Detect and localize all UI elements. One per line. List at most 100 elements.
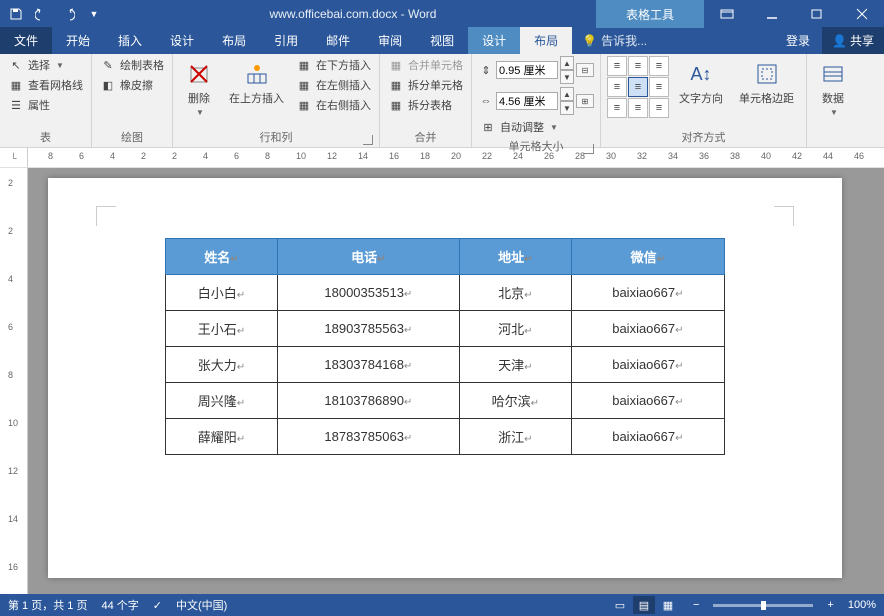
table-row[interactable]: 周兴隆↵18103786890↵哈尔滨↵baixiao667↵ bbox=[166, 383, 725, 419]
vertical-ruler[interactable]: 2246810121416 bbox=[0, 168, 28, 598]
align-bl[interactable]: ≡ bbox=[607, 98, 627, 118]
tab-table-layout[interactable]: 布局 bbox=[520, 27, 572, 54]
table-cell[interactable]: baixiao667↵ bbox=[571, 419, 724, 455]
text-direction-button[interactable]: A↕ 文字方向 bbox=[673, 56, 729, 110]
insert-left-button[interactable]: ▦在左侧插入 bbox=[294, 76, 373, 94]
insert-below-button[interactable]: ▦在下方插入 bbox=[294, 56, 373, 74]
align-mr[interactable]: ≡ bbox=[649, 77, 669, 97]
horizontal-ruler[interactable]: 8642246810121416182022242628303234363840… bbox=[28, 148, 884, 167]
table-cell[interactable]: 周兴隆↵ bbox=[166, 383, 278, 419]
minimize-button[interactable] bbox=[749, 0, 794, 28]
align-tr[interactable]: ≡ bbox=[649, 56, 669, 76]
autofit-button[interactable]: ⊞自动调整▼ bbox=[478, 118, 594, 136]
qat-customize[interactable]: ▼ bbox=[82, 2, 106, 26]
document-table[interactable]: 姓名↵电话↵地址↵微信↵白小白↵18000353513↵北京↵baixiao66… bbox=[165, 238, 725, 455]
distribute-rows-button[interactable]: ⊟ bbox=[576, 63, 594, 77]
web-layout-button[interactable]: ▦ bbox=[657, 596, 679, 614]
height-down[interactable]: ▼ bbox=[560, 70, 574, 84]
table-cell[interactable]: baixiao667↵ bbox=[571, 347, 724, 383]
tab-home[interactable]: 开始 bbox=[52, 27, 104, 54]
table-header[interactable]: 姓名↵ bbox=[166, 239, 278, 275]
split-cells-button[interactable]: ▦拆分单元格 bbox=[386, 76, 465, 94]
zoom-in-button[interactable]: + bbox=[827, 599, 833, 611]
page-count[interactable]: 第 1 页，共 1 页 bbox=[8, 597, 87, 613]
table-header[interactable]: 地址↵ bbox=[459, 239, 571, 275]
align-ml[interactable]: ≡ bbox=[607, 77, 627, 97]
select-button[interactable]: ↖选择▼ bbox=[6, 56, 85, 74]
undo-button[interactable] bbox=[30, 2, 54, 26]
distribute-cols-button[interactable]: ⊞ bbox=[576, 94, 594, 108]
maximize-button[interactable] bbox=[794, 0, 839, 28]
col-width-input[interactable] bbox=[496, 92, 558, 110]
delete-button[interactable]: 删除▼ bbox=[179, 56, 219, 121]
table-row[interactable]: 白小白↵18000353513↵北京↵baixiao667↵ bbox=[166, 275, 725, 311]
table-cell[interactable]: 北京↵ bbox=[459, 275, 571, 311]
tab-table-design[interactable]: 设计 bbox=[468, 27, 520, 54]
table-cell[interactable]: 薛耀阳↵ bbox=[166, 419, 278, 455]
width-down[interactable]: ▼ bbox=[560, 101, 574, 115]
table-cell[interactable]: 18103786890↵ bbox=[277, 383, 459, 419]
tell-me-search[interactable]: 💡告诉我... bbox=[572, 27, 657, 54]
table-row[interactable]: 张大力↵18303784168↵天津↵baixiao667↵ bbox=[166, 347, 725, 383]
proofing-icon[interactable]: ✓ bbox=[153, 599, 162, 612]
table-cell[interactable]: 浙江↵ bbox=[459, 419, 571, 455]
split-table-button[interactable]: ▦拆分表格 bbox=[386, 96, 465, 114]
align-tc[interactable]: ≡ bbox=[628, 56, 648, 76]
tab-layout[interactable]: 布局 bbox=[208, 27, 260, 54]
table-cell[interactable]: 河北↵ bbox=[459, 311, 571, 347]
ruler-corner[interactable]: └ bbox=[0, 148, 28, 167]
tab-design[interactable]: 设计 bbox=[156, 27, 208, 54]
table-cell[interactable]: 白小白↵ bbox=[166, 275, 278, 311]
align-tl[interactable]: ≡ bbox=[607, 56, 627, 76]
table-cell[interactable]: baixiao667↵ bbox=[571, 275, 724, 311]
read-mode-button[interactable]: ▭ bbox=[609, 596, 631, 614]
table-cell[interactable]: 张大力↵ bbox=[166, 347, 278, 383]
table-cell[interactable]: 18303784168↵ bbox=[277, 347, 459, 383]
ribbon-options-button[interactable] bbox=[704, 0, 749, 28]
tab-references[interactable]: 引用 bbox=[260, 27, 312, 54]
table-cell[interactable]: 哈尔滨↵ bbox=[459, 383, 571, 419]
zoom-level[interactable]: 100% bbox=[848, 599, 876, 611]
table-cell[interactable]: 18903785563↵ bbox=[277, 311, 459, 347]
zoom-out-button[interactable]: − bbox=[693, 599, 699, 611]
align-mc[interactable]: ≡ bbox=[628, 77, 648, 97]
align-bc[interactable]: ≡ bbox=[628, 98, 648, 118]
tab-view[interactable]: 视图 bbox=[416, 27, 468, 54]
table-header[interactable]: 微信↵ bbox=[571, 239, 724, 275]
tab-file[interactable]: 文件 bbox=[0, 27, 52, 54]
align-br[interactable]: ≡ bbox=[649, 98, 669, 118]
width-up[interactable]: ▲ bbox=[560, 87, 574, 101]
dialog-launcher[interactable] bbox=[363, 135, 373, 145]
row-height-input[interactable] bbox=[496, 61, 558, 79]
table-row[interactable]: 王小石↵18903785563↵河北↵baixiao667↵ bbox=[166, 311, 725, 347]
cell-margins-button[interactable]: 单元格边距 bbox=[733, 56, 800, 110]
data-button[interactable]: 数据▼ bbox=[813, 56, 853, 121]
close-button[interactable] bbox=[839, 0, 884, 28]
table-cell[interactable]: 18000353513↵ bbox=[277, 275, 459, 311]
table-header[interactable]: 电话↵ bbox=[277, 239, 459, 275]
insert-above-button[interactable]: 在上方插入 bbox=[223, 56, 290, 110]
eraser-button[interactable]: ◧橡皮擦 bbox=[98, 76, 166, 94]
tab-mailings[interactable]: 邮件 bbox=[312, 27, 364, 54]
zoom-slider[interactable] bbox=[713, 604, 813, 607]
tab-insert[interactable]: 插入 bbox=[104, 27, 156, 54]
tab-review[interactable]: 审阅 bbox=[364, 27, 416, 54]
document-canvas[interactable]: 姓名↵电话↵地址↵微信↵白小白↵18000353513↵北京↵baixiao66… bbox=[28, 168, 884, 598]
table-cell[interactable]: 天津↵ bbox=[459, 347, 571, 383]
table-cell[interactable]: baixiao667↵ bbox=[571, 383, 724, 419]
height-up[interactable]: ▲ bbox=[560, 56, 574, 70]
print-layout-button[interactable]: ▤ bbox=[633, 596, 655, 614]
merge-cells-button[interactable]: ▦合并单元格 bbox=[386, 56, 465, 74]
word-count[interactable]: 44 个字 bbox=[101, 597, 138, 613]
table-cell[interactable]: 王小石↵ bbox=[166, 311, 278, 347]
language-status[interactable]: 中文(中国) bbox=[176, 597, 227, 613]
table-cell[interactable]: 18783785063↵ bbox=[277, 419, 459, 455]
view-gridlines-button[interactable]: ▦查看网格线 bbox=[6, 76, 85, 94]
table-row[interactable]: 薛耀阳↵18783785063↵浙江↵baixiao667↵ bbox=[166, 419, 725, 455]
draw-table-button[interactable]: ✎绘制表格 bbox=[98, 56, 166, 74]
share-button[interactable]: 👤共享 bbox=[822, 27, 884, 54]
table-cell[interactable]: baixiao667↵ bbox=[571, 311, 724, 347]
zoom-thumb[interactable] bbox=[761, 601, 766, 610]
redo-button[interactable] bbox=[56, 2, 80, 26]
insert-right-button[interactable]: ▦在右侧插入 bbox=[294, 96, 373, 114]
